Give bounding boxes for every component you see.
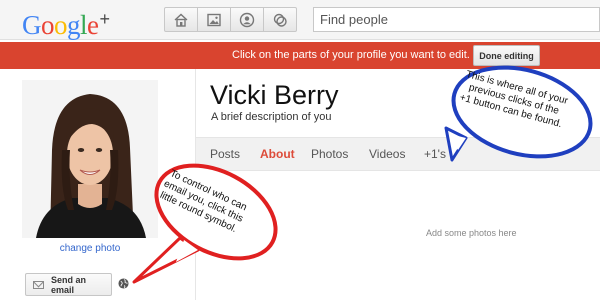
add-photos-placeholder[interactable]: Add some photos here xyxy=(426,228,517,238)
search-input[interactable] xyxy=(313,7,600,32)
change-photo-link[interactable]: change photo xyxy=(22,243,158,254)
circles-button[interactable] xyxy=(263,7,297,32)
logo-letter: l xyxy=(80,10,88,40)
profile-name[interactable]: Vicki Berry xyxy=(210,80,339,111)
done-editing-button[interactable]: Done editing xyxy=(473,45,540,66)
google-plus-logo[interactable]: Google+ xyxy=(22,4,110,40)
tab-about[interactable]: About xyxy=(260,147,295,161)
profile-description[interactable]: A brief description of you xyxy=(211,111,331,123)
logo-letter: o xyxy=(54,10,68,40)
tab-photos[interactable]: Photos xyxy=(311,147,348,161)
profile-tabs: Posts About Photos Videos +1's xyxy=(196,137,600,171)
logo-letter: g xyxy=(67,10,81,40)
photos-button[interactable] xyxy=(197,7,231,32)
nav-icon-group xyxy=(164,7,297,32)
tab-posts[interactable]: Posts xyxy=(210,147,240,161)
blue-callout-text: This is where all of your previous click… xyxy=(458,69,569,131)
profile-photo-image xyxy=(22,80,158,238)
send-email-button[interactable]: Send an email xyxy=(25,273,112,296)
top-bar: Google+ xyxy=(0,0,600,40)
logo-letter: G xyxy=(22,10,42,40)
mail-icon xyxy=(33,280,44,289)
profile-button[interactable] xyxy=(230,7,264,32)
circles-icon xyxy=(273,13,287,27)
red-callout-text: To control who can email you, click this… xyxy=(156,167,249,236)
edit-banner-text: Click on the parts of your profile you w… xyxy=(232,49,470,61)
tab-videos[interactable]: Videos xyxy=(369,147,405,161)
photos-icon xyxy=(207,13,221,26)
globe-icon[interactable] xyxy=(118,278,129,289)
profile-photo[interactable] xyxy=(22,80,158,238)
tab-plus-ones[interactable]: +1's xyxy=(424,147,446,161)
send-email-label: Send an email xyxy=(50,274,86,295)
logo-plus: + xyxy=(99,9,111,29)
home-icon xyxy=(174,13,188,27)
home-button[interactable] xyxy=(164,7,198,32)
logo-letter: e xyxy=(87,10,99,40)
profile-icon xyxy=(239,12,255,27)
logo-letter: o xyxy=(41,10,55,40)
